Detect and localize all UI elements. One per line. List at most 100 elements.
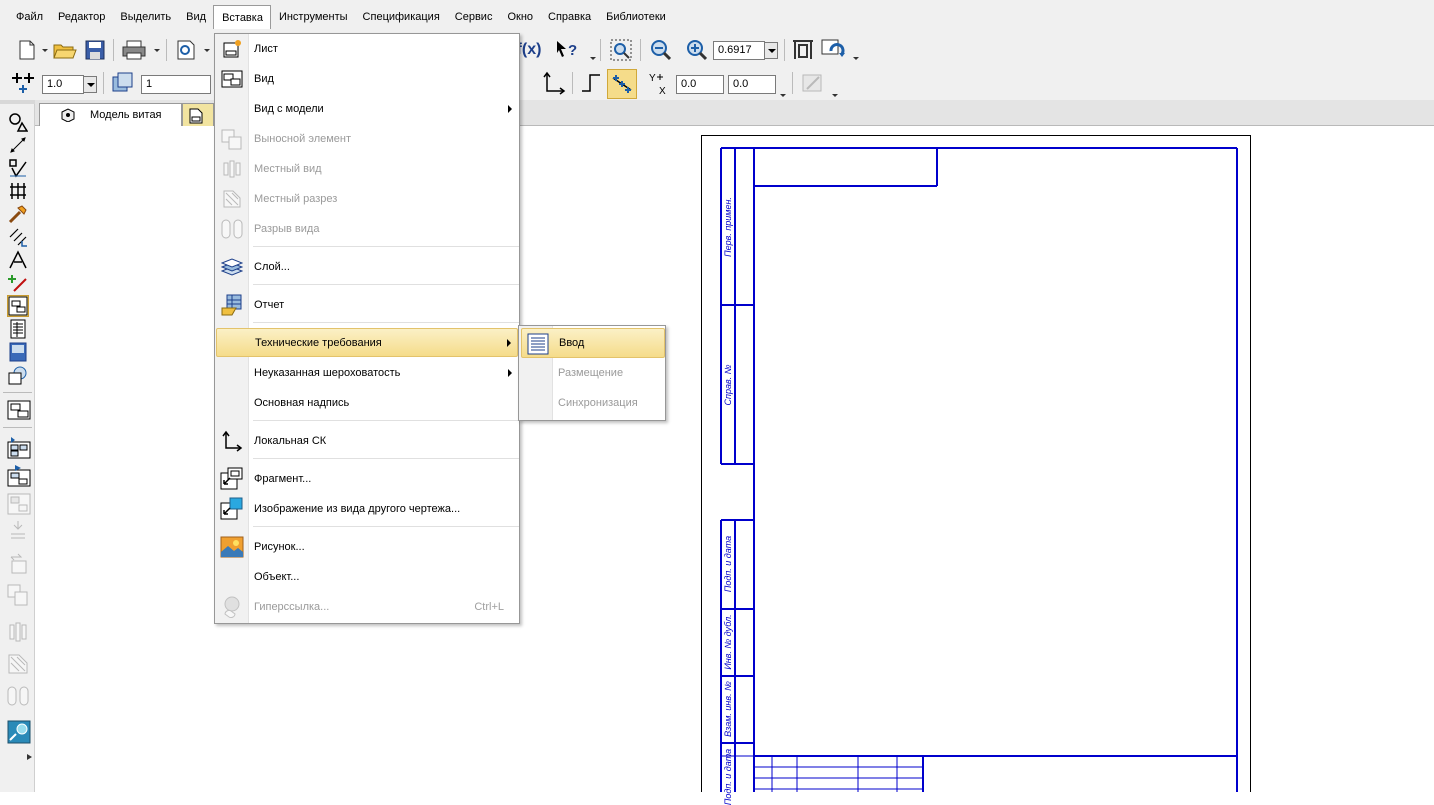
submenu-item-placement[interactable]: Размещение (521, 358, 665, 388)
help-pointer-icon[interactable]: ? (554, 37, 580, 63)
dropdown-arrow-icon[interactable] (154, 46, 160, 54)
new-view-icon[interactable] (7, 399, 31, 421)
coord-y-field[interactable]: 0.0 (728, 75, 776, 94)
menu-item-view[interactable]: Вид (216, 64, 518, 94)
local-cs-icon (220, 430, 244, 452)
zoom-in-icon[interactable] (683, 37, 709, 63)
print-icon[interactable] (121, 37, 147, 63)
menu-item-local-section[interactable]: Местный разрез (216, 184, 518, 214)
view-properties-icon[interactable] (7, 720, 31, 744)
standard-views-icon[interactable] (7, 437, 31, 459)
zoom-scale-dropdown[interactable] (764, 42, 778, 59)
local-section-icon (220, 188, 244, 210)
model-icon (60, 108, 76, 125)
zoom-window-icon[interactable] (608, 37, 634, 63)
panel-scroll-icon[interactable] (26, 752, 34, 760)
pan-icon[interactable] (790, 37, 816, 63)
detail-element-icon[interactable] (7, 584, 29, 606)
layer-select-icon[interactable] (110, 70, 136, 96)
image-from-view-icon (220, 497, 244, 520)
menu-separator (253, 284, 519, 285)
local-view-icon (220, 158, 244, 180)
submenu-item-input[interactable]: Ввод (521, 328, 665, 358)
menu-item-sheet[interactable]: Лист (216, 34, 518, 64)
menu-item-report[interactable]: Отчет (216, 290, 518, 320)
menu-item-detail-element[interactable]: Выносной элемент (216, 124, 518, 154)
preview-icon[interactable] (174, 37, 200, 63)
menu-item-view-from-model[interactable]: Вид с модели (216, 94, 518, 124)
associative-views-icon[interactable] (7, 272, 29, 294)
menu-select[interactable]: Выделить (112, 5, 178, 29)
menu-editor[interactable]: Редактор (50, 5, 112, 29)
geometry-icon[interactable] (7, 111, 29, 133)
menu-tools[interactable]: Инструменты (271, 5, 355, 29)
open-folder-icon[interactable] (52, 37, 78, 63)
menu-window[interactable]: Окно (499, 5, 540, 29)
zoom-scale-field[interactable]: 0.6917 (713, 41, 765, 60)
section-line-icon[interactable] (7, 521, 29, 543)
tab-model[interactable]: Модель витая (39, 103, 182, 126)
toolbar-options-icon[interactable] (590, 54, 596, 62)
menu-insert[interactable]: Вставка (213, 5, 271, 29)
local-view-icon[interactable] (7, 621, 29, 643)
insert-elements-icon[interactable] (7, 364, 29, 386)
menu-item-label: Рисунок... (254, 541, 305, 553)
line-scale-dropdown[interactable] (83, 76, 97, 93)
view-by-arrow-icon[interactable] (7, 493, 31, 515)
refresh-icon[interactable] (820, 37, 846, 63)
menu-file[interactable]: Файл (8, 5, 50, 29)
menu-item-object[interactable]: Объект... (216, 562, 518, 592)
text-input-icon (527, 333, 549, 358)
dropdown-arrow-icon[interactable] (204, 46, 210, 54)
menu-item-fragment[interactable]: Фрагмент... (216, 464, 518, 494)
submenu-item-sync[interactable]: Синхронизация (521, 388, 665, 418)
parameter-icon[interactable] (800, 70, 826, 96)
view-break-icon[interactable] (7, 685, 29, 707)
spec-icon[interactable] (7, 318, 29, 340)
menu-item-title-block[interactable]: Основная надпись (216, 388, 518, 418)
local-section-icon[interactable] (7, 653, 29, 675)
section-view-icon[interactable] (7, 553, 29, 575)
toolbar-options-icon[interactable] (780, 91, 786, 99)
menu-item-local-cs[interactable]: Локальная СК (216, 426, 518, 456)
coord-x-field[interactable]: 0.0 (676, 75, 724, 94)
menu-specification[interactable]: Спецификация (355, 5, 447, 29)
menu-item-unspecified-roughness[interactable]: Неуказанная шероховатость (216, 358, 518, 388)
tab-model-label: Модель витая (90, 109, 162, 121)
toolbar-options-icon[interactable] (853, 54, 859, 62)
parametrization-icon[interactable] (7, 203, 29, 225)
zoom-out-icon[interactable] (647, 37, 673, 63)
dimensions-icon[interactable] (7, 134, 29, 156)
menu-item-layer[interactable]: Слой... (216, 252, 518, 282)
snap-toggle-icon[interactable] (607, 69, 637, 99)
snap-grid-icon[interactable] (10, 70, 36, 96)
tab-drawing[interactable] (182, 103, 214, 126)
views-panel-icon[interactable] (7, 295, 29, 317)
menu-view[interactable]: Вид (178, 5, 213, 29)
menu-item-image-from-view[interactable]: Изображение из вида другого чертежа... (216, 494, 518, 524)
designations-icon[interactable] (7, 157, 29, 179)
dropdown-arrow-icon[interactable] (42, 46, 48, 54)
local-cs-icon[interactable] (541, 70, 567, 96)
menu-item-picture[interactable]: Рисунок... (216, 532, 518, 562)
edit-icon[interactable] (7, 180, 29, 202)
measure-icon[interactable] (7, 226, 29, 248)
menu-libraries[interactable]: Библиотеки (598, 5, 673, 29)
save-icon[interactable] (82, 37, 108, 63)
menu-item-label: Местный вид (254, 163, 322, 175)
current-layer-field[interactable]: 1 (141, 75, 211, 94)
menu-item-label: Объект... (254, 571, 300, 583)
toolbar-options-icon[interactable] (832, 91, 838, 99)
selection-icon[interactable] (7, 249, 29, 271)
menu-item-tech-requirements[interactable]: Технические требования (216, 328, 518, 357)
menu-item-hyperlink[interactable]: Гиперссылка... Ctrl+L (216, 592, 518, 622)
menu-help[interactable]: Справка (540, 5, 598, 29)
orthogonal-mode-icon[interactable] (578, 70, 604, 96)
reports-icon[interactable] (7, 341, 29, 363)
menu-item-local-view[interactable]: Местный вид (216, 154, 518, 184)
menu-service[interactable]: Сервис (447, 5, 500, 29)
projection-view-icon[interactable] (7, 465, 31, 487)
line-scale-field[interactable]: 1.0 (42, 75, 84, 94)
new-document-icon[interactable] (14, 37, 40, 63)
menu-item-view-break[interactable]: Разрыв вида (216, 214, 518, 244)
